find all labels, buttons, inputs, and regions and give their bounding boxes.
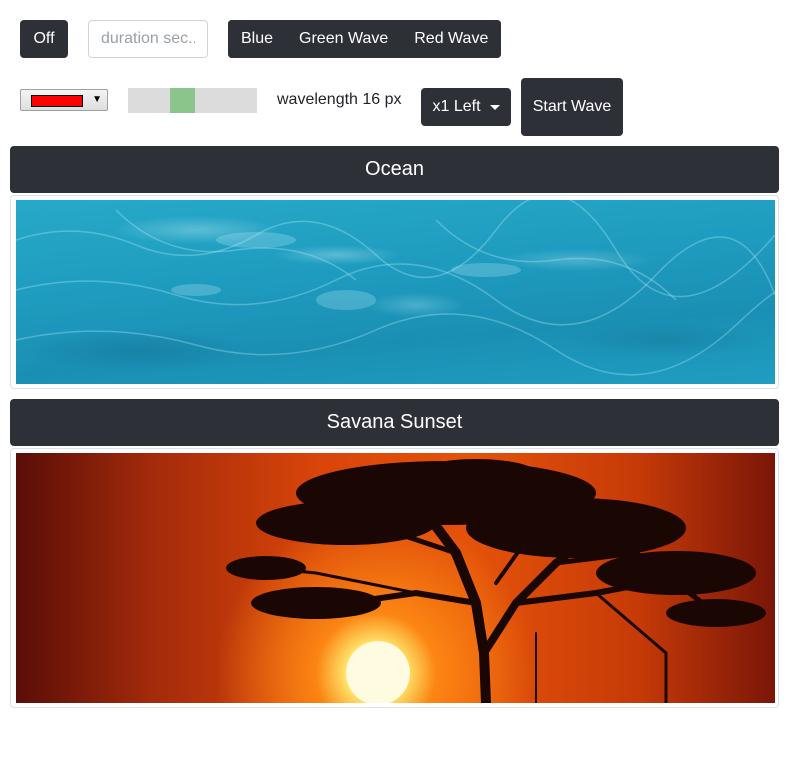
dropdown-arrow-icon: ▼ <box>92 94 102 105</box>
panel-body-savana-sunset <box>10 448 779 708</box>
panel-header-savana-sunset: Savana Sunset <box>10 399 779 446</box>
panel-header-ocean: Ocean <box>10 146 779 193</box>
ocean-texture <box>16 200 775 376</box>
red-wave-button[interactable]: Red Wave <box>401 20 502 58</box>
direction-label: x1 Left <box>432 98 481 115</box>
wavelength-slider[interactable] <box>128 88 257 113</box>
color-swatch <box>31 95 83 107</box>
blue-button[interactable]: Blue <box>228 20 287 58</box>
caret-down-icon <box>489 104 500 110</box>
start-wave-button[interactable]: Start Wave <box>521 78 623 136</box>
direction-dropdown-button[interactable]: x1 Left <box>421 88 511 126</box>
ocean-image <box>16 200 775 384</box>
panel-title: Ocean <box>365 158 424 180</box>
acacia-tree-silhouette <box>226 459 766 703</box>
off-button[interactable]: Off <box>20 20 68 58</box>
wave-color-button-group: Blue Green Wave Red Wave <box>228 20 502 58</box>
duration-input[interactable] <box>88 20 208 58</box>
color-picker[interactable]: ▼ <box>20 89 108 111</box>
green-wave-button[interactable]: Green Wave <box>286 20 402 58</box>
sunset-image <box>16 453 775 703</box>
panel-title: Savana Sunset <box>326 411 463 433</box>
panel-body-ocean <box>10 195 779 389</box>
wavelength-label: wavelength 16 px <box>277 91 402 108</box>
slider-thumb[interactable] <box>170 88 195 113</box>
